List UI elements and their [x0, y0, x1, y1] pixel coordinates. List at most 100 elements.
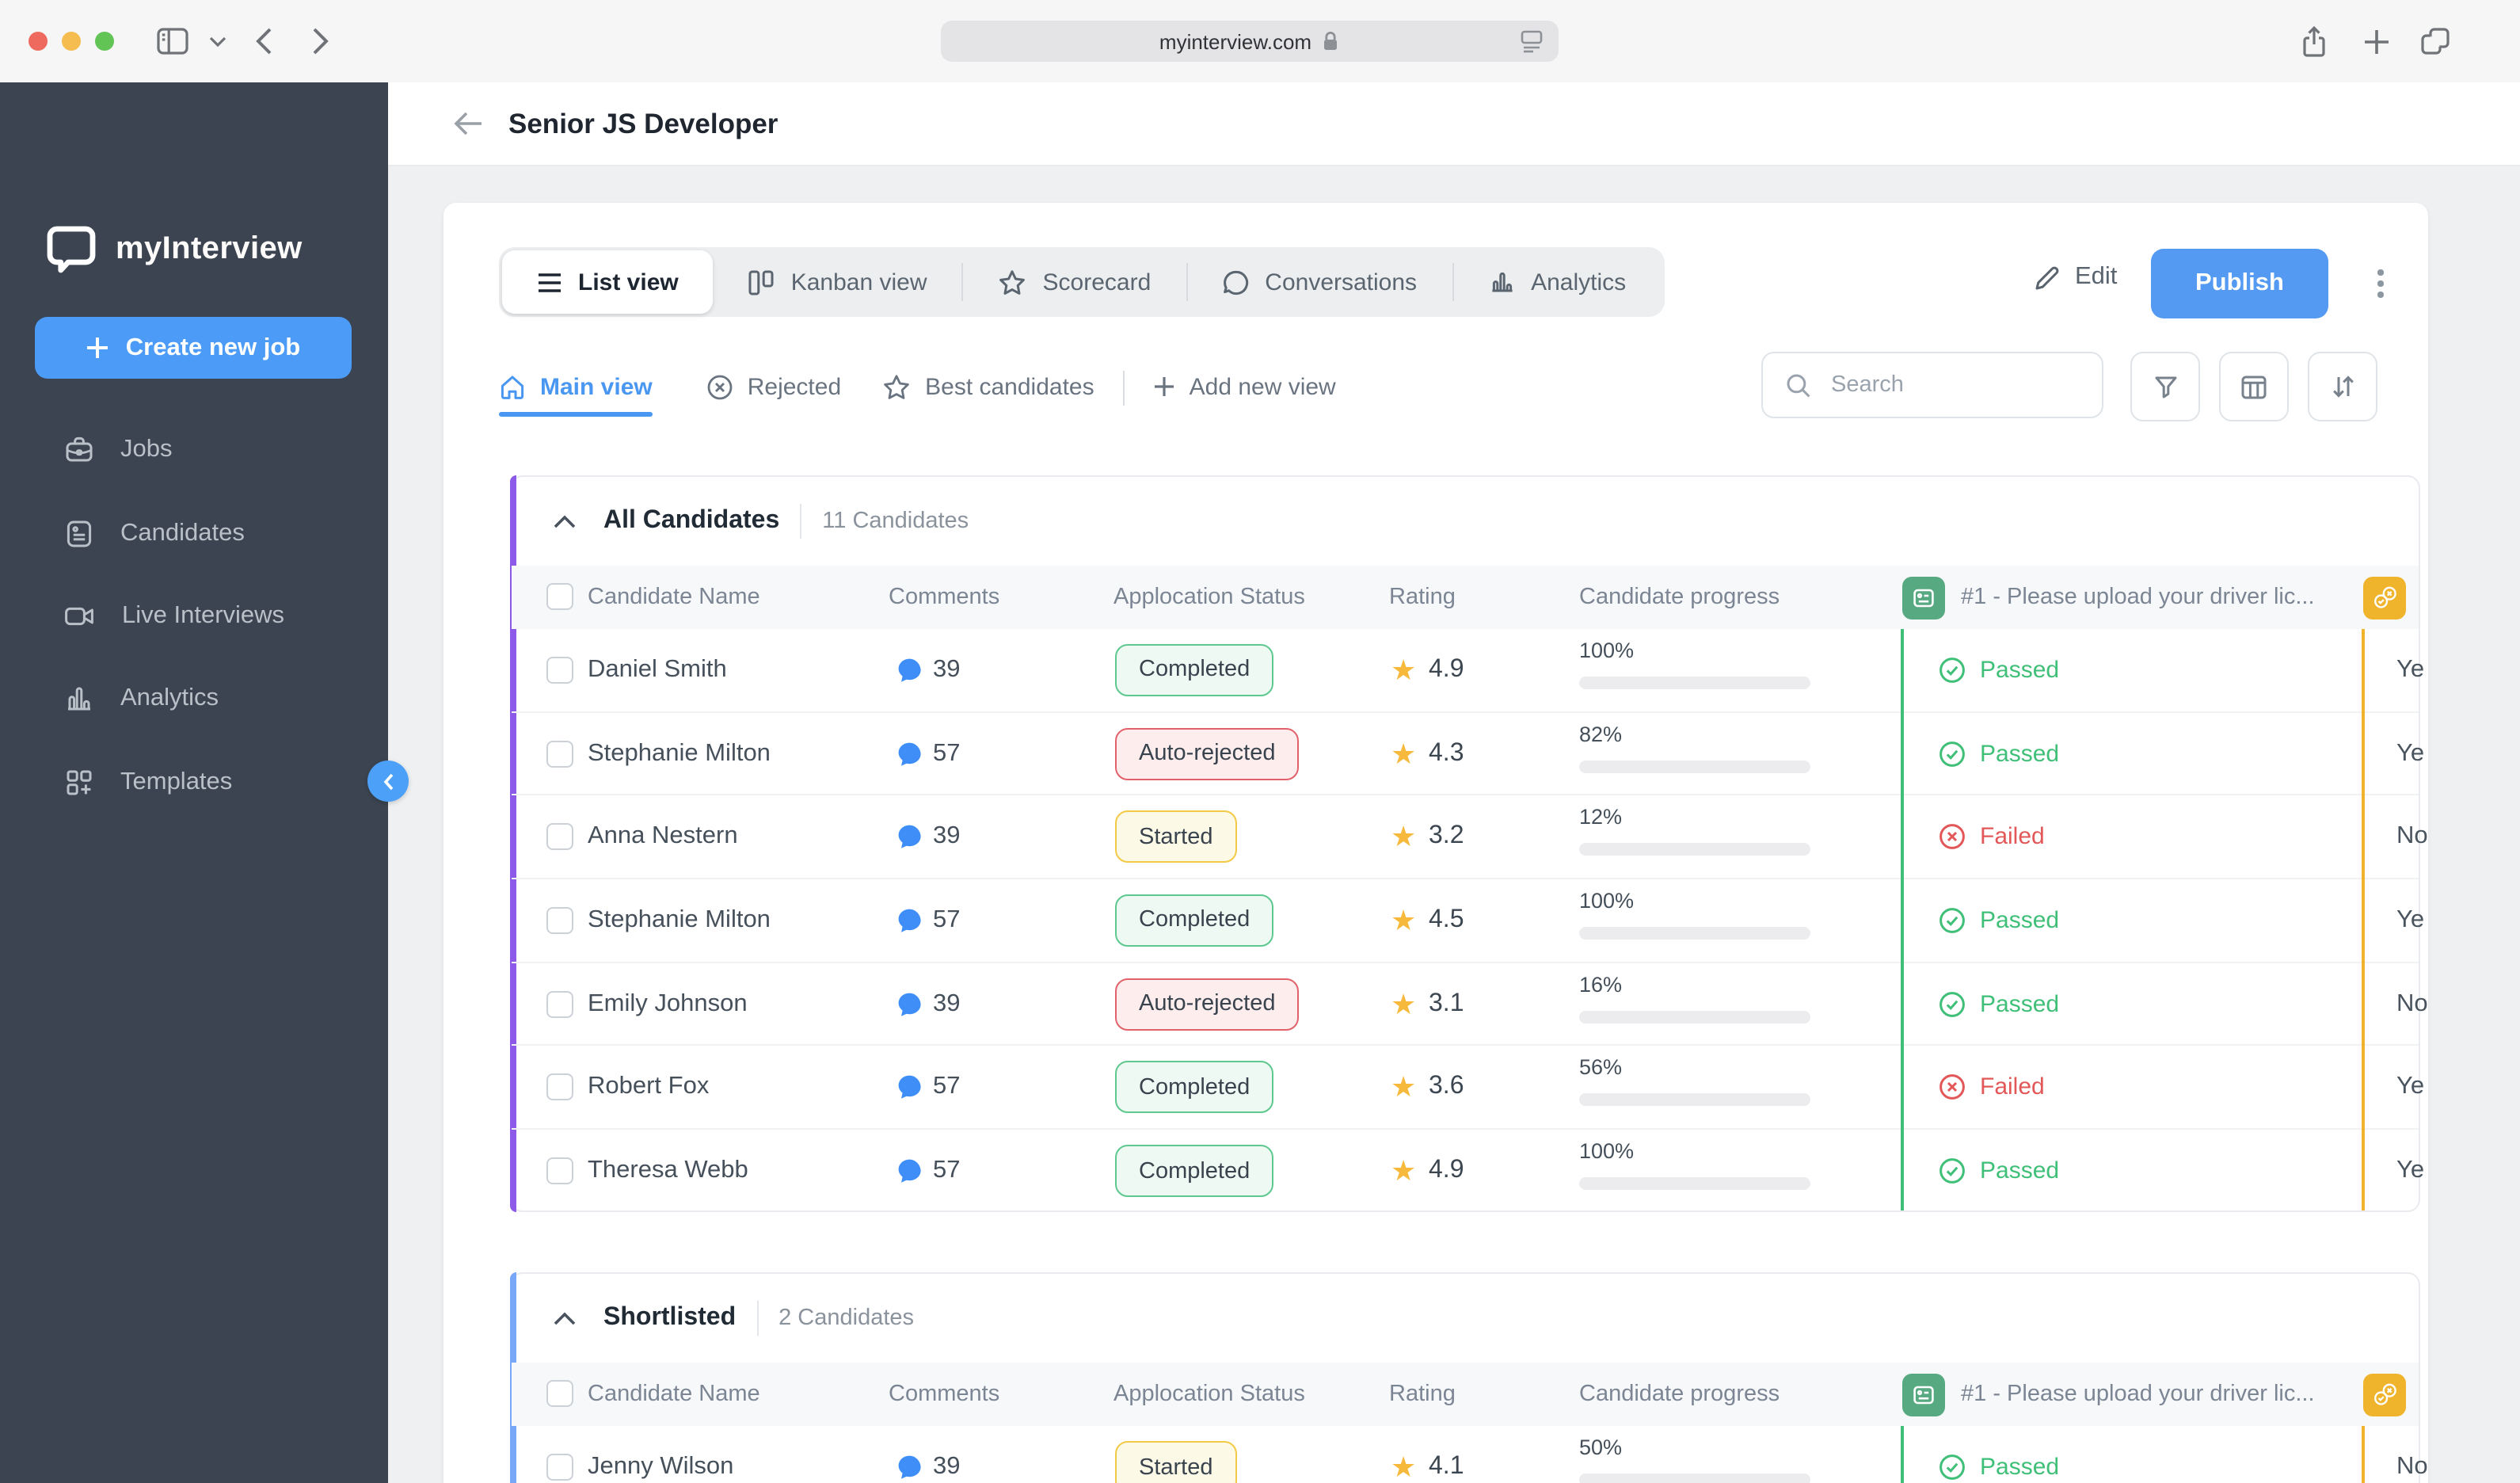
question-2-badge — [2363, 1373, 2406, 1416]
question-1-badge — [1902, 576, 1945, 619]
plus-icon — [1154, 377, 1174, 396]
rating-value: 4.9 — [1429, 1157, 1464, 1184]
tab-overview-icon[interactable] — [2420, 0, 2450, 82]
candidate-row[interactable]: Robert Fox 57 Completed ★ 3.6 56% Failed… — [512, 1046, 2424, 1130]
sidebar-item-label: Jobs — [120, 436, 173, 463]
candidate-name[interactable]: Theresa Webb — [588, 1157, 748, 1186]
candidate-row[interactable]: Daniel Smith 39 Completed ★ 4.9 100% Pas… — [512, 629, 2424, 713]
row-checkbox[interactable] — [546, 656, 573, 684]
app-logo[interactable]: myInterview — [41, 219, 303, 279]
rating-value: 3.2 — [1429, 822, 1464, 850]
view-tab-rejected[interactable]: Rejected — [706, 373, 841, 403]
check-x-circles-icon — [2374, 585, 2396, 608]
back-arrow-icon[interactable] — [453, 111, 483, 136]
row-checkbox[interactable] — [546, 1454, 573, 1481]
browser-forward-button[interactable] — [312, 0, 329, 82]
create-new-job-button[interactable]: Create new job — [35, 317, 352, 379]
address-bar[interactable]: myinterview.com — [941, 21, 1559, 62]
status-badge: Auto-rejected — [1115, 978, 1300, 1031]
new-tab-icon[interactable] — [2363, 0, 2390, 82]
publish-button[interactable]: Publish — [2151, 249, 2328, 318]
row-checkbox[interactable] — [546, 1073, 573, 1101]
row-checkbox[interactable] — [546, 906, 573, 934]
collapse-group-icon[interactable] — [553, 1311, 577, 1325]
comment-count: 39 — [933, 655, 961, 683]
candidate-name[interactable]: Daniel Smith — [588, 656, 727, 684]
chevron-down-icon[interactable] — [209, 0, 226, 82]
candidate-name[interactable]: Robert Fox — [588, 1073, 709, 1102]
tab-scorecard[interactable]: Scorecard — [964, 250, 1186, 314]
edit-button[interactable]: Edit — [2034, 263, 2117, 292]
more-options-button[interactable] — [2362, 263, 2400, 304]
sidebar-item-analytics[interactable]: Analytics — [0, 658, 388, 741]
search-input[interactable] — [1828, 371, 2088, 399]
browser-back-button[interactable] — [255, 0, 272, 82]
sidebar-item-live-interviews[interactable]: Live Interviews — [0, 575, 388, 658]
candidate-row[interactable]: Stephanie Milton 57 Auto-rejected ★ 4.3 … — [512, 712, 2424, 796]
filter-button[interactable] — [2130, 352, 2200, 421]
video-camera-icon — [65, 607, 93, 626]
comment-bubble-icon[interactable] — [895, 1073, 923, 1102]
candidate-name[interactable]: Stephanie Milton — [588, 739, 771, 768]
collapse-group-icon[interactable] — [553, 514, 577, 528]
comment-bubble-icon[interactable] — [895, 1454, 923, 1482]
candidate-name[interactable]: Anna Nestern — [588, 822, 738, 851]
close-window-button[interactable] — [29, 32, 48, 51]
comment-bubble-icon[interactable] — [895, 656, 923, 684]
sidebar-item-jobs[interactable]: Jobs — [0, 409, 388, 492]
comment-bubble-icon[interactable] — [895, 739, 923, 768]
progress-percent: 16% — [1579, 972, 1623, 997]
rating-value: 4.3 — [1429, 739, 1464, 767]
comment-bubble-icon[interactable] — [895, 906, 923, 935]
q1-answer-label: Failed — [1980, 1073, 2045, 1101]
tab-kanban-view[interactable]: Kanban view — [714, 250, 962, 314]
column-header-comments: Comments — [889, 585, 1000, 610]
circle-check-icon — [1939, 990, 1966, 1017]
candidate-row[interactable]: Anna Nestern 39 Started ★ 3.2 12% Failed… — [512, 796, 2428, 880]
star-icon: ★ — [1391, 821, 1417, 853]
sidebar-item-templates[interactable]: Templates — [0, 741, 388, 824]
columns-button[interactable] — [2219, 352, 2289, 421]
sidebar-collapse-button[interactable] — [367, 761, 409, 802]
comment-bubble-icon[interactable] — [895, 822, 923, 851]
candidate-name[interactable]: Stephanie Milton — [588, 906, 771, 935]
add-new-view-button[interactable]: Add new view — [1153, 373, 1336, 403]
comment-bubble-icon[interactable] — [895, 989, 923, 1018]
candidate-row[interactable]: Stephanie Milton 57 Completed ★ 4.5 100%… — [512, 879, 2424, 963]
reader-mode-icon[interactable] — [1519, 29, 1544, 54]
rating-value: 4.9 — [1429, 655, 1464, 683]
comment-bubble-icon[interactable] — [895, 1157, 923, 1186]
zoom-window-button[interactable] — [95, 32, 114, 51]
share-icon[interactable] — [2300, 0, 2328, 82]
q1-answer-label: Failed — [1980, 823, 2045, 851]
tab-analytics[interactable]: Analytics — [1453, 250, 1661, 314]
tab-conversations[interactable]: Conversations — [1187, 250, 1452, 314]
row-checkbox[interactable] — [546, 740, 573, 768]
minimize-window-button[interactable] — [62, 32, 81, 51]
list-icon — [539, 273, 561, 292]
divider — [1122, 371, 1125, 406]
view-tab-main[interactable]: Main view — [499, 373, 653, 416]
sidebar-toggle-icon[interactable] — [157, 0, 188, 82]
candidate-name[interactable]: Emily Johnson — [588, 989, 748, 1018]
candidate-row[interactable]: Theresa Webb 57 Completed ★ 4.9 100% Pas… — [512, 1130, 2424, 1213]
q1-answer: Passed — [1939, 907, 2059, 934]
plus-icon — [87, 337, 108, 358]
group-title: Shortlisted — [603, 1304, 737, 1331]
browser-chrome: myinterview.com — [0, 0, 2520, 84]
row-checkbox[interactable] — [546, 823, 573, 851]
q2-answer: Ye — [2396, 1073, 2425, 1100]
view-tab-best-candidates[interactable]: Best candidates — [882, 373, 1094, 403]
candidate-row[interactable]: Emily Johnson 39 Auto-rejected ★ 3.1 16%… — [512, 963, 2428, 1046]
candidate-name[interactable]: Jenny Wilson — [588, 1454, 733, 1482]
q1-answer: Passed — [1939, 657, 2059, 684]
row-checkbox[interactable] — [546, 1157, 573, 1185]
sort-button[interactable] — [2308, 352, 2377, 421]
row-checkbox[interactable] — [546, 990, 573, 1018]
select-all-checkbox[interactable] — [546, 1380, 573, 1407]
candidate-row[interactable]: Jenny Wilson 39 Started ★ 4.1 50% Passed… — [512, 1426, 2428, 1483]
star-icon: ★ — [1391, 1451, 1417, 1483]
select-all-checkbox[interactable] — [546, 583, 573, 610]
sidebar-item-candidates[interactable]: Candidates — [0, 492, 388, 575]
tab-list-view[interactable]: List view — [502, 250, 714, 314]
